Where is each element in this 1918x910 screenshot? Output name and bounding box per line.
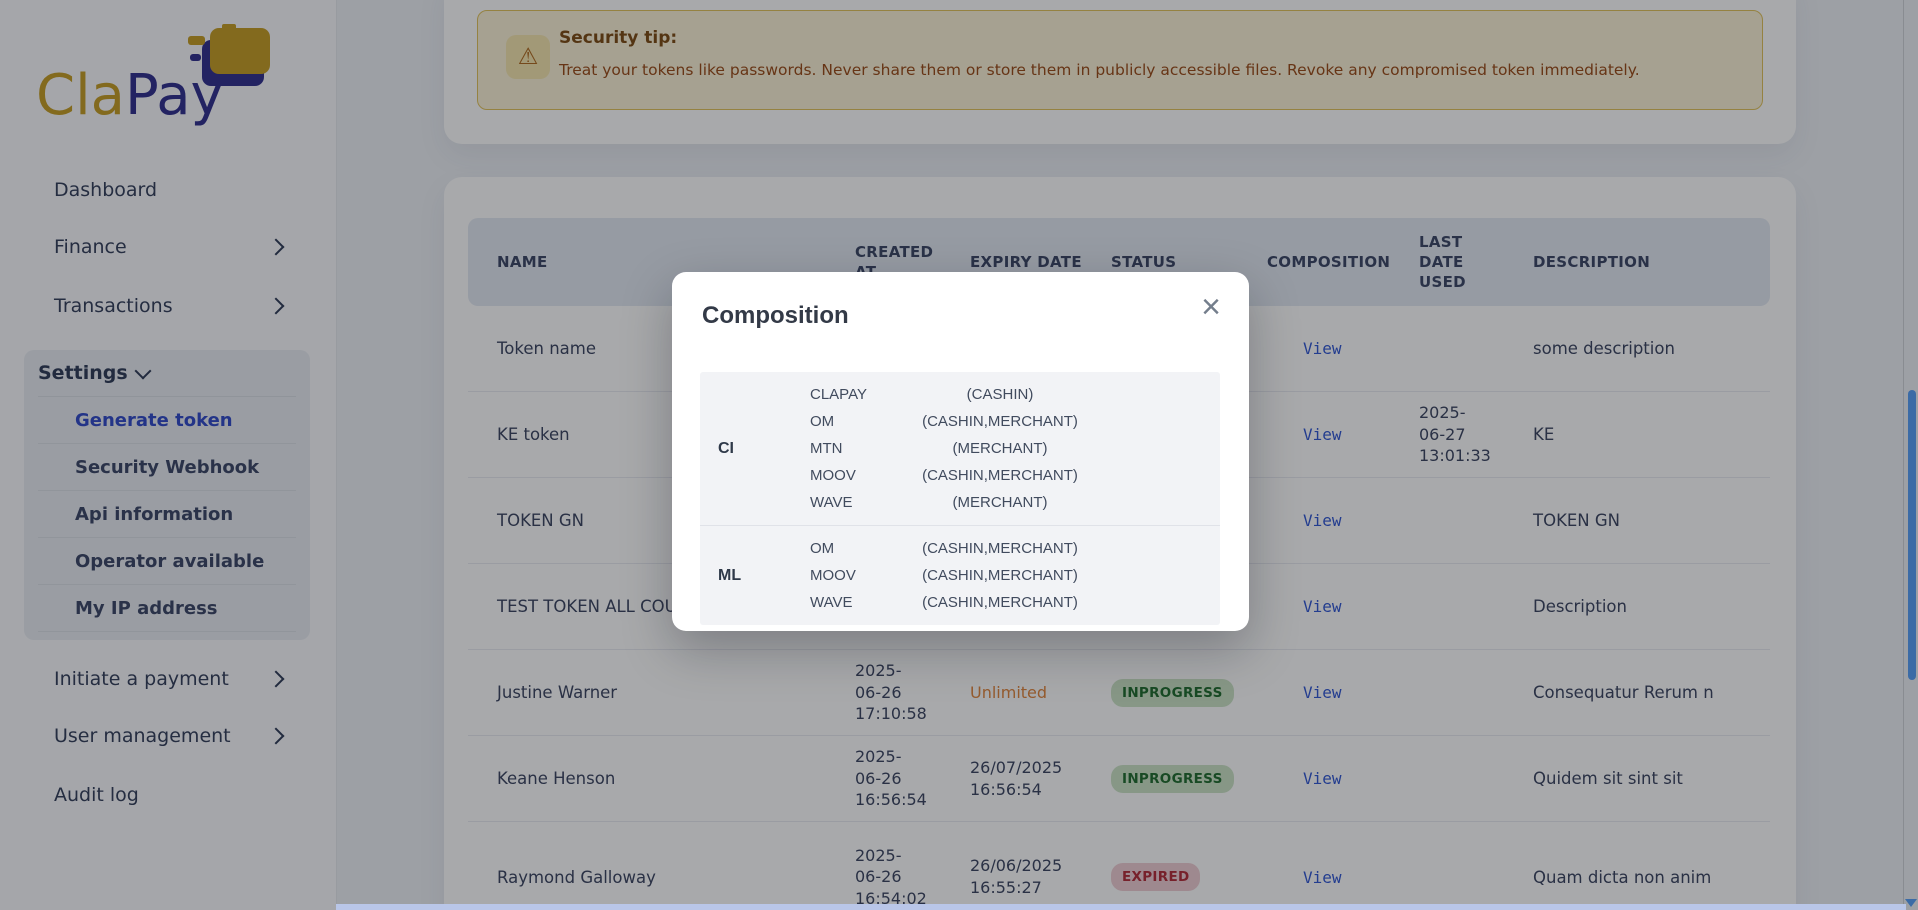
composition-modal: Composition × CICLAPAY(CASHIN)OM(CASHIN,… [672, 272, 1249, 631]
operator-row: WAVE(MERCHANT) [810, 489, 1220, 516]
operator-rows: OM(CASHIN,MERCHANT)MOOV(CASHIN,MERCHANT)… [810, 535, 1220, 616]
operator-permissions: (MERCHANT) [915, 440, 1085, 457]
operator-rows: CLAPAY(CASHIN)OM(CASHIN,MERCHANT)MTN(MER… [810, 381, 1220, 516]
operator-row: MTN(MERCHANT) [810, 435, 1220, 462]
composition-section-ml: MLOM(CASHIN,MERCHANT)MOOV(CASHIN,MERCHAN… [700, 525, 1220, 625]
operator-row: MOOV(CASHIN,MERCHANT) [810, 562, 1220, 589]
modal-title: Composition [702, 302, 849, 330]
operator-name: MTN [810, 440, 915, 457]
operator-permissions: (MERCHANT) [915, 494, 1085, 511]
composition-section-ci: CICLAPAY(CASHIN)OM(CASHIN,MERCHANT)MTN(M… [700, 372, 1220, 525]
operator-name: MOOV [810, 467, 915, 484]
operator-permissions: (CASHIN,MERCHANT) [915, 540, 1085, 557]
operator-name: WAVE [810, 594, 915, 611]
horizontal-scrollbar[interactable] [336, 904, 1906, 910]
operator-row: OM(CASHIN,MERCHANT) [810, 535, 1220, 562]
country-code: CI [700, 381, 810, 516]
operator-name: OM [810, 540, 915, 557]
operator-permissions: (CASHIN,MERCHANT) [915, 413, 1085, 430]
operator-name: OM [810, 413, 915, 430]
scrollbar-down-arrow-icon[interactable] [1905, 899, 1917, 907]
operator-name: WAVE [810, 494, 915, 511]
operator-row: OM(CASHIN,MERCHANT) [810, 408, 1220, 435]
close-icon[interactable]: × [1201, 290, 1221, 324]
operator-permissions: (CASHIN) [915, 386, 1085, 403]
operator-name: CLAPAY [810, 386, 915, 403]
app-root: ClaPay Dashboard Finance Transactions Se… [0, 0, 1918, 910]
operator-permissions: (CASHIN,MERCHANT) [915, 567, 1085, 584]
composition-panel: CICLAPAY(CASHIN)OM(CASHIN,MERCHANT)MTN(M… [700, 372, 1220, 625]
operator-permissions: (CASHIN,MERCHANT) [915, 594, 1085, 611]
operator-row: MOOV(CASHIN,MERCHANT) [810, 462, 1220, 489]
country-code: ML [700, 535, 810, 616]
operator-name: MOOV [810, 567, 915, 584]
operator-row: WAVE(CASHIN,MERCHANT) [810, 589, 1220, 616]
vertical-scrollbar-thumb[interactable] [1908, 390, 1916, 680]
operator-row: CLAPAY(CASHIN) [810, 381, 1220, 408]
operator-permissions: (CASHIN,MERCHANT) [915, 467, 1085, 484]
